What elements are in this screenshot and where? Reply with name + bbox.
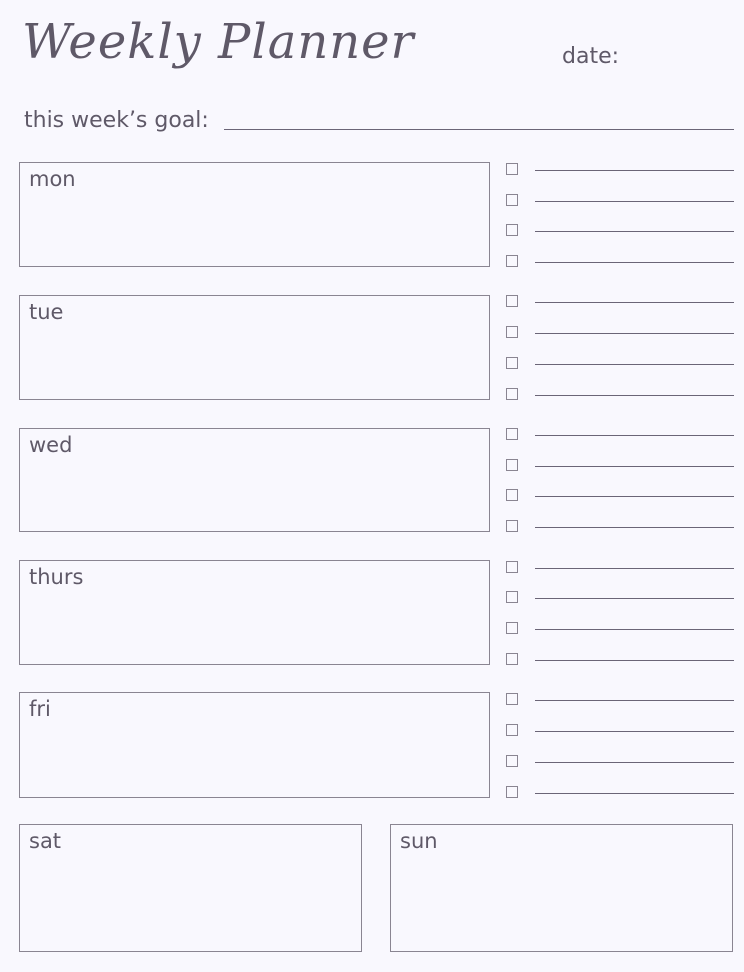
todo-line[interactable] — [535, 496, 734, 497]
checkbox[interactable] — [506, 755, 518, 767]
todo-item[interactable] — [506, 489, 734, 509]
todo-item[interactable] — [506, 724, 734, 744]
day-box-thurs[interactable]: thurs — [19, 560, 490, 665]
checkbox[interactable] — [506, 622, 518, 634]
checkbox[interactable] — [506, 194, 518, 206]
todo-line[interactable] — [535, 527, 734, 528]
checkbox[interactable] — [506, 388, 518, 400]
todo-item[interactable] — [506, 786, 734, 806]
todo-item[interactable] — [506, 428, 734, 448]
day-label-wed: wed — [29, 433, 73, 457]
todo-line[interactable] — [535, 629, 734, 630]
todo-line[interactable] — [535, 333, 734, 334]
day-label-sun: sun — [400, 829, 438, 853]
todo-line[interactable] — [535, 793, 734, 794]
weekly-goal-line[interactable] — [224, 129, 734, 130]
date-label: date: — [562, 44, 620, 69]
day-label-tue: tue — [29, 300, 64, 324]
day-box-fri[interactable]: fri — [19, 692, 490, 798]
todo-line[interactable] — [535, 170, 734, 171]
checkbox[interactable] — [506, 295, 518, 307]
page-title: Weekly Planner — [22, 14, 415, 70]
todo-item[interactable] — [506, 255, 734, 275]
todo-item[interactable] — [506, 388, 734, 408]
todo-item[interactable] — [506, 326, 734, 346]
day-box-wed[interactable]: wed — [19, 428, 490, 532]
todo-line[interactable] — [535, 700, 734, 701]
checkbox[interactable] — [506, 428, 518, 440]
todo-line[interactable] — [535, 262, 734, 263]
checkbox[interactable] — [506, 693, 518, 705]
todo-line[interactable] — [535, 466, 734, 467]
todo-item[interactable] — [506, 520, 734, 540]
todo-item[interactable] — [506, 561, 734, 581]
checkbox[interactable] — [506, 459, 518, 471]
todo-line[interactable] — [535, 731, 734, 732]
day-box-tue[interactable]: tue — [19, 295, 490, 400]
checkbox[interactable] — [506, 591, 518, 603]
checkbox[interactable] — [506, 724, 518, 736]
day-label-thurs: thurs — [29, 565, 84, 589]
todo-line[interactable] — [535, 598, 734, 599]
checkbox[interactable] — [506, 489, 518, 501]
todo-line[interactable] — [535, 302, 734, 303]
todo-item[interactable] — [506, 163, 734, 183]
checkbox[interactable] — [506, 357, 518, 369]
todo-item[interactable] — [506, 357, 734, 377]
checkbox[interactable] — [506, 653, 518, 665]
weekly-goal-label: this week’s goal: — [24, 108, 209, 133]
todo-line[interactable] — [535, 364, 734, 365]
todo-line[interactable] — [535, 762, 734, 763]
checkbox[interactable] — [506, 326, 518, 338]
day-label-sat: sat — [29, 829, 62, 853]
day-label-fri: fri — [29, 697, 51, 721]
todo-line[interactable] — [535, 435, 734, 436]
todo-line[interactable] — [535, 660, 734, 661]
todo-item[interactable] — [506, 591, 734, 611]
checkbox[interactable] — [506, 561, 518, 573]
checkbox[interactable] — [506, 163, 518, 175]
todo-line[interactable] — [535, 231, 734, 232]
day-label-mon: mon — [29, 167, 76, 191]
todo-line[interactable] — [535, 395, 734, 396]
checkbox[interactable] — [506, 520, 518, 532]
day-box-mon[interactable]: mon — [19, 162, 490, 267]
todo-item[interactable] — [506, 194, 734, 214]
todo-item[interactable] — [506, 755, 734, 775]
day-box-sat[interactable]: sat — [19, 824, 362, 952]
day-box-sun[interactable]: sun — [390, 824, 733, 952]
checkbox[interactable] — [506, 255, 518, 267]
todo-item[interactable] — [506, 459, 734, 479]
todo-item[interactable] — [506, 653, 734, 673]
todo-item[interactable] — [506, 693, 734, 713]
todo-line[interactable] — [535, 201, 734, 202]
todo-item[interactable] — [506, 622, 734, 642]
checkbox[interactable] — [506, 224, 518, 236]
todo-line[interactable] — [535, 568, 734, 569]
todo-item[interactable] — [506, 295, 734, 315]
todo-item[interactable] — [506, 224, 734, 244]
checkbox[interactable] — [506, 786, 518, 798]
